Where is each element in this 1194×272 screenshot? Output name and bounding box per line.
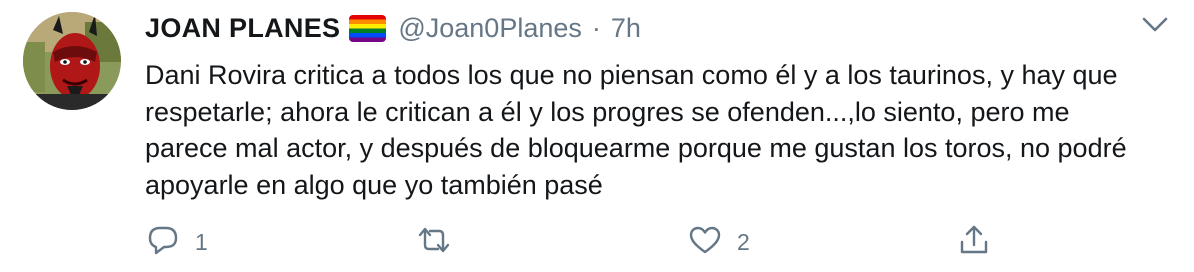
like-button[interactable]: 2	[689, 224, 750, 260]
share-icon	[959, 224, 989, 261]
share-button[interactable]	[959, 224, 1005, 260]
reply-icon	[147, 224, 179, 261]
author-display-name[interactable]: JOAN PLANES	[145, 13, 340, 44]
like-count: 2	[737, 228, 750, 255]
tweet-header: JOAN PLANES @Joan0Planes · 7h	[145, 8, 1165, 48]
tweet-card: JOAN PLANES @Joan0Planes · 7h Dani Rovir…	[0, 0, 1194, 272]
reply-button[interactable]: 1	[147, 224, 208, 260]
heart-icon	[689, 225, 721, 260]
rainbow-flag-icon	[349, 14, 387, 42]
author-handle[interactable]: @Joan0Planes	[398, 13, 582, 44]
chevron-down-icon[interactable]	[1138, 10, 1172, 40]
retweet-button[interactable]	[416, 224, 468, 260]
tweet-timestamp[interactable]: 7h	[611, 13, 641, 44]
retweet-icon	[416, 225, 452, 260]
reply-count: 1	[195, 228, 208, 255]
header-separator: ·	[591, 12, 601, 43]
avatar[interactable]	[23, 12, 121, 110]
tweet-text: Dani Rovira critica a todos los que no p…	[145, 60, 1127, 200]
tweet-actions: 1 2	[145, 224, 1025, 260]
tweet-content: JOAN PLANES @Joan0Planes · 7h Dani Rovir…	[145, 8, 1165, 203]
